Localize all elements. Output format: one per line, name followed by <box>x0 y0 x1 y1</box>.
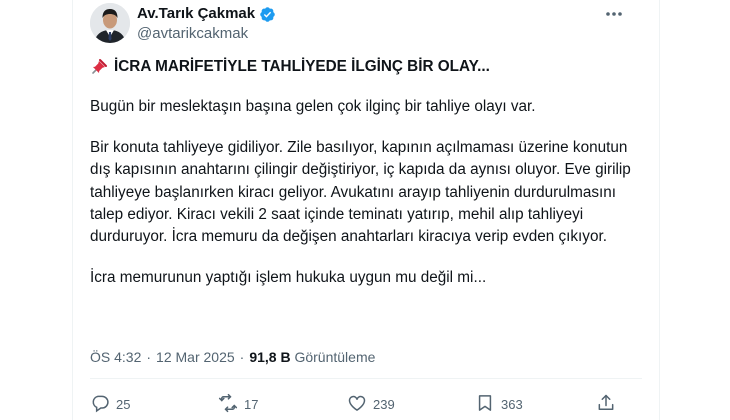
post-time[interactable]: ÖS 4:32 <box>90 347 141 367</box>
bookmark-count: 363 <box>501 397 523 412</box>
share-icon <box>596 393 616 416</box>
tweet-text: İCRA MARİFETİYLE TAHLİYEDE İLGİNÇ BİR OL… <box>90 56 645 289</box>
reply-button[interactable]: 25 <box>90 393 130 416</box>
more-options-icon[interactable] <box>603 4 625 24</box>
author-name-text: Av.Tarık Çakmak <box>137 5 256 22</box>
avatar-photo <box>90 3 130 43</box>
reply-count: 25 <box>116 397 131 412</box>
repost-count: 17 <box>244 397 259 412</box>
tweet-meta: ÖS 4:32 · 12 Mar 2025 · 91,8 B Görüntüle… <box>90 347 375 367</box>
bookmark-button[interactable]: 363 <box>475 393 523 416</box>
divider <box>90 378 642 379</box>
views[interactable]: 91,8 B Görüntüleme <box>249 347 375 367</box>
views-count: 91,8 B <box>249 349 291 365</box>
paragraph-3: İcra memurunun yaptığı işlem hukuka uygu… <box>90 268 487 286</box>
like-button[interactable]: 239 <box>347 393 395 416</box>
headline-text: İCRA MARİFETİYLE TAHLİYEDE İLGİNÇ BİR OL… <box>114 58 490 75</box>
post-date[interactable]: 12 Mar 2025 <box>156 347 235 367</box>
author-name[interactable]: Av.Tarık Çakmak <box>137 4 276 24</box>
author-handle[interactable]: @avtarikcakmak <box>137 24 248 44</box>
verified-badge-icon <box>259 6 276 23</box>
views-label: Görüntüleme <box>294 349 376 365</box>
meta-separator-2: · <box>239 349 245 365</box>
like-count: 239 <box>373 397 395 412</box>
tweet-headline: İCRA MARİFETİYLE TAHLİYEDE İLGİNÇ BİR OL… <box>90 56 645 78</box>
meta-separator: · <box>146 349 152 365</box>
pushpin-icon <box>90 58 108 76</box>
reply-icon <box>90 393 110 416</box>
bookmark-icon <box>475 393 495 416</box>
tweet-card: Av.Tarık Çakmak @avtarikcakmak İCRA MARİ… <box>72 0 660 420</box>
repost-icon <box>218 393 238 416</box>
action-bar: 25 17 239 363 <box>90 393 645 415</box>
share-button[interactable] <box>596 393 616 416</box>
heart-icon <box>347 393 367 416</box>
repost-button[interactable]: 17 <box>218 393 258 416</box>
paragraph-2: Bir konuta tahliyeye gidiliyor. Zile bas… <box>90 138 631 246</box>
paragraph-1: Bugün bir meslektaşın başına gelen çok i… <box>90 98 536 116</box>
avatar[interactable] <box>90 3 130 43</box>
